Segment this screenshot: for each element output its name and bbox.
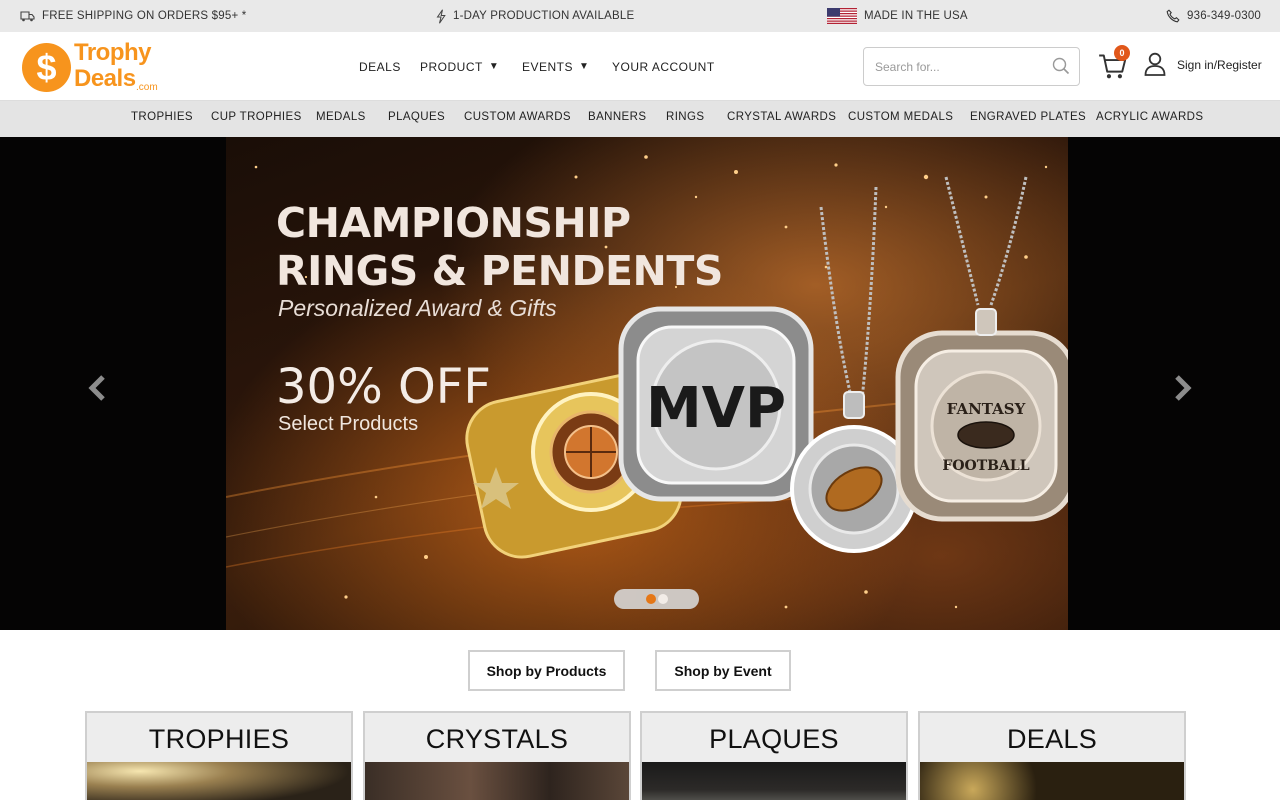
- tile-plaques[interactable]: PLAQUES: [640, 711, 908, 800]
- category-acrylic-awards[interactable]: ACRYLIC AWARDS: [1096, 101, 1203, 137]
- category-engraved-plates[interactable]: ENGRAVED PLATES: [970, 101, 1086, 137]
- category-medals[interactable]: MEDALS: [316, 101, 366, 137]
- lightning-icon: [436, 9, 446, 23]
- shop-by-event-button[interactable]: Shop by Event: [655, 650, 791, 691]
- carousel-dot[interactable]: [658, 594, 668, 604]
- category-nav: TROPHIES CUP TROPHIES MEDALS PLAQUES CUS…: [0, 101, 1280, 137]
- nav-product-label: PRODUCT: [420, 59, 483, 74]
- ring-mvp-text: MVP: [646, 376, 786, 441]
- carousel-dot[interactable]: [646, 594, 656, 604]
- made-in-usa-text: MADE IN THE USA: [864, 10, 968, 22]
- us-flag-icon: [827, 8, 857, 24]
- hero-slide-image[interactable]: MVP FANTASY FOOTBALL CHAMPIONSHIP RINGS …: [226, 137, 1068, 630]
- tile-image: [920, 762, 1184, 800]
- tile-title: TROPHIES: [148, 724, 290, 754]
- phone-link[interactable]: 936-349-0300: [1166, 0, 1261, 32]
- search-input[interactable]: [875, 58, 1045, 76]
- category-banners[interactable]: BANNERS: [588, 101, 646, 137]
- tile-title: DEALS: [1006, 724, 1098, 754]
- tile-image: [87, 762, 351, 800]
- phone-icon: [1166, 9, 1180, 23]
- nav-your-account[interactable]: YOUR ACCOUNT: [612, 32, 715, 101]
- logo-text-deals: Deals: [74, 65, 136, 92]
- truck-icon: [20, 10, 35, 21]
- dollar-logo-icon: $: [22, 43, 71, 92]
- tile-image: [365, 762, 629, 800]
- shop-by-products-button[interactable]: Shop by Products: [468, 650, 625, 691]
- made-in-usa-notice: MADE IN THE USA: [827, 0, 968, 32]
- tile-deals[interactable]: DEALS: [918, 711, 1186, 800]
- tile-image: [642, 762, 906, 800]
- tile-title: PLAQUES: [709, 724, 839, 754]
- category-plaques[interactable]: PLAQUES: [388, 101, 445, 137]
- nav-account-label: YOUR ACCOUNT: [612, 59, 715, 74]
- category-cup-trophies[interactable]: CUP TROPHIES: [211, 101, 302, 137]
- pendant-football-text: FOOTBALL: [942, 458, 1029, 474]
- carousel-indicators: [614, 589, 699, 609]
- phone-number: 936-349-0300: [1187, 10, 1262, 22]
- shipping-text: FREE SHIPPING ON ORDERS $95+ *: [42, 10, 247, 22]
- carousel-next-arrow-icon[interactable]: [1166, 373, 1196, 403]
- nav-deals[interactable]: DEALS: [359, 32, 401, 101]
- production-text: 1-DAY PRODUCTION AVAILABLE: [453, 10, 635, 22]
- carousel-prev-arrow-icon[interactable]: [84, 373, 114, 403]
- site-logo[interactable]: $ Trophy Deals .com: [22, 40, 162, 96]
- cart-count-badge: 0: [1114, 45, 1130, 61]
- hero-discount: 30% OFF: [276, 359, 491, 415]
- nav-events[interactable]: EVENTS ▼: [522, 32, 589, 101]
- nav-events-label: EVENTS: [522, 59, 574, 74]
- top-info-bar: FREE SHIPPING ON ORDERS $95+ * 1-DAY PRO…: [0, 0, 1280, 32]
- search-box: [863, 47, 1080, 86]
- category-custom-medals[interactable]: CUSTOM MEDALS: [848, 101, 953, 137]
- logo-text-trophy: Trophy: [74, 39, 152, 66]
- logo-text-com: .com: [136, 82, 158, 93]
- caret-down-icon: ▼: [488, 61, 500, 72]
- category-rings[interactable]: RINGS: [666, 101, 704, 137]
- search-icon[interactable]: [1052, 57, 1070, 75]
- pendant-fantasy-text: FANTASY: [947, 400, 1026, 418]
- tile-trophies[interactable]: TROPHIES: [85, 711, 353, 800]
- user-icon[interactable]: [1144, 52, 1166, 76]
- caret-down-icon: ▼: [579, 61, 590, 72]
- tile-crystals[interactable]: CRYSTALS: [363, 711, 631, 800]
- sign-in-register-link[interactable]: Sign in/Register: [1177, 58, 1262, 72]
- category-crystal-awards[interactable]: CRYSTAL AWARDS: [727, 101, 836, 137]
- hero-title: CHAMPIONSHIP RINGS & PENDENTS: [276, 199, 723, 295]
- hero-title-line-2: RINGS & PENDENTS: [276, 247, 723, 295]
- hero-carousel: MVP FANTASY FOOTBALL CHAMPIONSHIP RINGS …: [0, 137, 1280, 630]
- shipping-notice[interactable]: FREE SHIPPING ON ORDERS $95+ *: [20, 0, 246, 32]
- site-header: $ Trophy Deals .com DEALS PRODUCT ▼ EVEN…: [0, 32, 1280, 101]
- nav-deals-label: DEALS: [359, 59, 401, 74]
- production-notice: 1-DAY PRODUCTION AVAILABLE: [436, 0, 634, 32]
- category-trophies[interactable]: TROPHIES: [131, 101, 193, 137]
- category-custom-awards[interactable]: CUSTOM AWARDS: [464, 101, 571, 137]
- tile-title: CRYSTALS: [425, 724, 569, 754]
- nav-product[interactable]: PRODUCT ▼: [420, 32, 499, 101]
- hero-discount-note: Select Products: [278, 413, 419, 435]
- hero-title-line-1: CHAMPIONSHIP: [276, 199, 631, 247]
- hero-subtitle: Personalized Award & Gifts: [278, 295, 557, 321]
